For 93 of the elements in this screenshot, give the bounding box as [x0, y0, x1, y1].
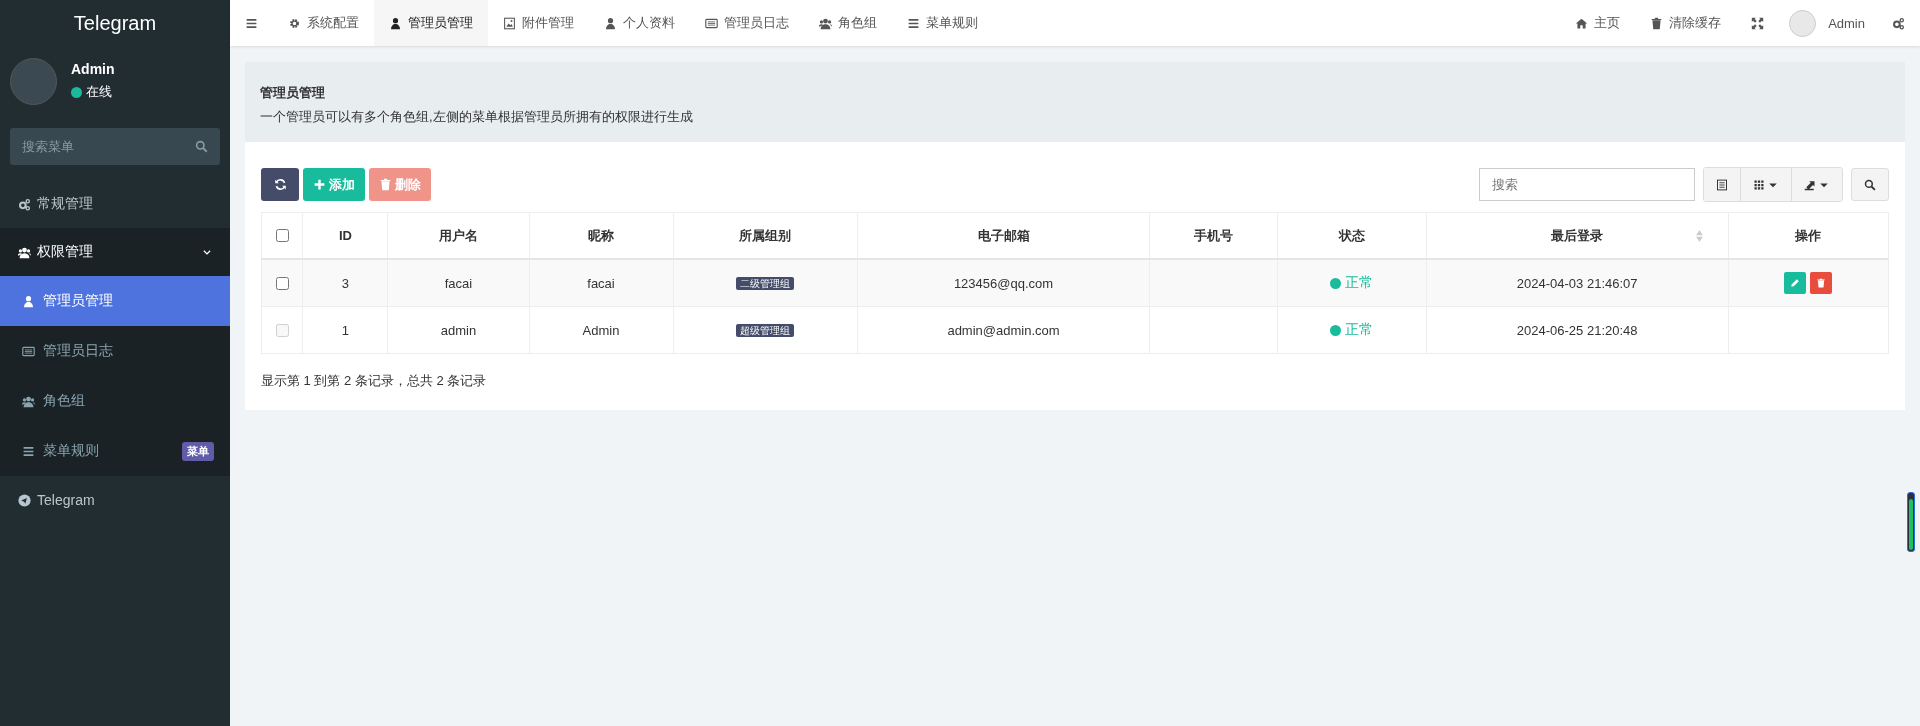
select-all-checkbox[interactable] — [276, 229, 290, 242]
status-dot — [1330, 324, 1342, 336]
panel-description: 一个管理员可以有多个角色组,左侧的菜单根据管理员所拥有的权限进行生成 — [260, 108, 694, 126]
column-header: 用户名 — [438, 226, 478, 245]
export-icon — [1804, 178, 1816, 191]
delete-button[interactable] — [1810, 272, 1833, 294]
list-icon — [1716, 178, 1728, 191]
toggle-view-button[interactable] — [1704, 168, 1740, 201]
table-cell: 3 — [341, 275, 349, 291]
row-checkbox[interactable] — [276, 276, 290, 290]
menu-item[interactable]: 权限管理 — [0, 228, 230, 276]
pencil-icon — [1790, 278, 1801, 288]
gear-icon — [288, 16, 301, 30]
submenu-item[interactable]: 管理员管理 — [0, 276, 230, 326]
clear-cache-button[interactable]: 清除缓存 — [1635, 0, 1737, 46]
list-icon — [705, 16, 718, 30]
user-menu-button[interactable]: Admin — [1828, 15, 1877, 31]
table-cell: admin — [440, 322, 477, 338]
level-widget-drawing — [1907, 492, 1915, 552]
plus-icon — [313, 178, 326, 191]
user-icon — [604, 16, 617, 30]
users-icon — [819, 16, 832, 30]
paper-plane-icon — [18, 493, 31, 507]
search-field[interactable]: 搜索菜单 — [10, 128, 220, 165]
app-logo[interactable]: Telegram — [0, 0, 230, 46]
user-status: 在线 — [86, 83, 112, 101]
column-header: 手机号 — [1193, 226, 1233, 245]
user-name: Admin — [71, 61, 115, 77]
column-header: 最后登录 — [1551, 226, 1604, 245]
columns-button[interactable] — [1740, 168, 1791, 201]
nav-tab[interactable]: 附件管理 — [488, 0, 589, 46]
group-badge: 超级管理组 — [736, 324, 795, 337]
trash-icon — [1650, 16, 1664, 30]
users-icon — [18, 245, 31, 259]
users-icon — [22, 394, 35, 408]
user-icon — [22, 294, 35, 308]
table-cell: 2024-04-03 21:46:07 — [1516, 275, 1638, 291]
table-cell: 1 — [341, 322, 349, 338]
grid-icon — [1753, 178, 1765, 191]
search-field[interactable]: 搜索 — [1479, 168, 1695, 201]
menu-icon — [245, 16, 258, 30]
list-icon — [22, 344, 35, 358]
submenu-item[interactable]: 管理员日志 — [0, 326, 230, 376]
nav-tab[interactable]: 菜单规则 — [892, 0, 993, 46]
submenu-item[interactable]: 菜单规则 菜单 — [0, 426, 230, 476]
menu-item[interactable]: 常规管理 — [0, 180, 230, 228]
table-cell: 123456@qq.com — [953, 275, 1054, 291]
gears-icon — [18, 197, 31, 211]
menu-badge: 菜单 — [182, 441, 214, 461]
search-button[interactable] — [1851, 168, 1889, 201]
status-dot — [1330, 277, 1342, 289]
picture-icon — [503, 16, 516, 30]
column-header: ID — [338, 228, 352, 243]
avatar — [1789, 9, 1817, 37]
search-icon — [195, 140, 208, 153]
trash-icon — [1816, 278, 1827, 288]
export-button[interactable] — [1791, 168, 1842, 201]
avatar — [10, 57, 57, 105]
bars-icon — [22, 444, 35, 458]
refresh-button[interactable] — [261, 168, 299, 201]
expand-icon — [1751, 16, 1765, 30]
column-header: 操作 — [1795, 226, 1822, 245]
group-badge: 二级管理组 — [736, 277, 795, 290]
panel-title: 管理员管理 — [260, 84, 326, 102]
submenu-item[interactable]: 角色组 — [0, 376, 230, 426]
column-header: 昵称 — [588, 226, 614, 245]
column-header: 电子邮箱 — [977, 226, 1030, 245]
refresh-icon — [273, 178, 287, 191]
home-icon — [1575, 16, 1589, 30]
nav-tab[interactable]: 角色组 — [804, 0, 892, 46]
menu-item[interactable]: Telegram — [0, 476, 230, 524]
nav-tab[interactable]: 管理员日志 — [690, 0, 804, 46]
status-text: 正常 — [1345, 321, 1374, 339]
table-cell: facai — [587, 275, 615, 291]
edit-button[interactable] — [1784, 272, 1807, 294]
nav-tab[interactable]: 系统配置 — [273, 0, 374, 46]
table-cell: facai — [444, 275, 473, 291]
table-cell: Admin — [582, 322, 620, 338]
table-cell: admin@admin.com — [947, 322, 1060, 338]
chevron-down-icon — [202, 247, 212, 257]
trash-icon — [379, 178, 392, 191]
column-header: 状态 — [1338, 226, 1365, 245]
user-icon — [389, 16, 402, 30]
home-link[interactable]: 主页 — [1560, 0, 1636, 46]
nav-tab[interactable]: 个人资料 — [589, 0, 690, 46]
column-header: 所属组别 — [739, 226, 792, 245]
status-text: 正常 — [1345, 274, 1374, 292]
nav-tab[interactable]: 管理员管理 — [374, 0, 488, 46]
settings-icon — [1892, 16, 1905, 30]
table-cell: 2024-06-25 21:20:48 — [1516, 322, 1638, 338]
search-icon — [1864, 178, 1876, 191]
pagination-info: 显示第 1 到第 2 条记录，总共 2 条记录 — [261, 372, 488, 390]
bars-icon — [907, 16, 920, 30]
